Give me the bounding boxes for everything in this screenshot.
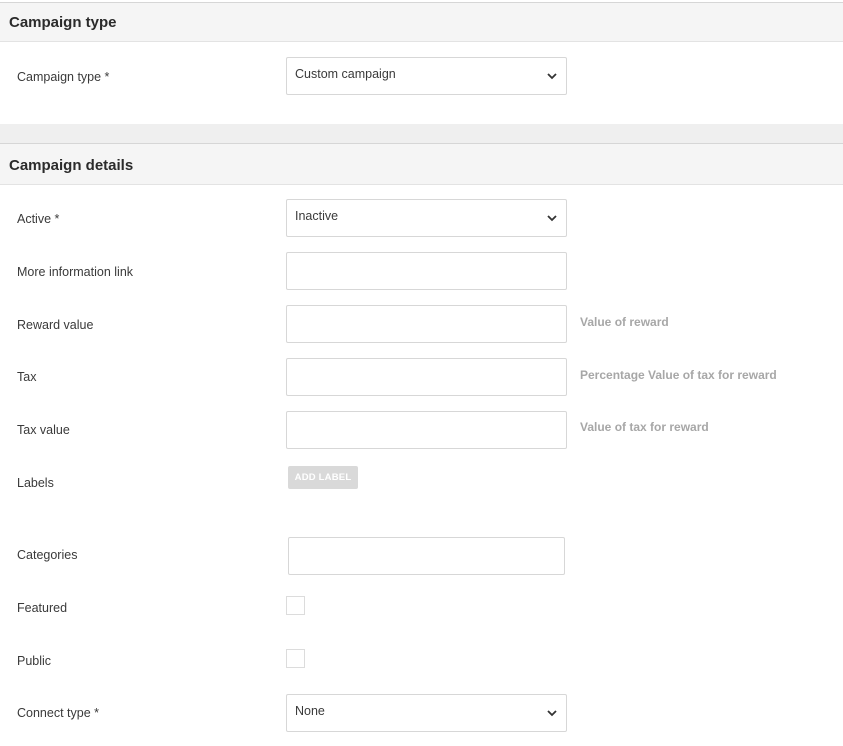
section-title: Campaign details (9, 157, 134, 174)
public-label: Public (17, 654, 52, 668)
tax-value-field (286, 411, 567, 449)
tax-label: Tax (17, 370, 37, 384)
tax-hint: Percentage Value of tax for reward (580, 368, 777, 382)
reward-value-label: Reward value (17, 318, 94, 332)
section-title: Campaign type (9, 14, 117, 31)
active-label: Active * (17, 212, 60, 226)
tax-field (286, 358, 567, 396)
chevron-down-icon (547, 73, 557, 80)
active-select[interactable]: Inactive (286, 199, 567, 237)
categories-label: Categories (17, 548, 78, 562)
active-value: Inactive (295, 209, 339, 223)
more-info-link-input[interactable] (287, 253, 566, 289)
connect-type-select[interactable]: None (286, 694, 567, 732)
campaign-details-section-header: Campaign details (0, 143, 843, 185)
reward-value-input[interactable] (287, 306, 566, 342)
more-info-link-field (286, 252, 567, 290)
connect-type-value: None (295, 704, 325, 718)
more-info-link-label: More information link (17, 265, 134, 279)
featured-label: Featured (17, 601, 68, 615)
reward-value-field (286, 305, 567, 343)
tax-input[interactable] (287, 359, 566, 395)
reward-value-hint: Value of reward (580, 315, 669, 329)
tax-value-input[interactable] (287, 412, 566, 448)
connect-type-label: Connect type * (17, 706, 99, 720)
campaign-form: Campaign type Campaign type * Custom cam… (0, 0, 843, 746)
public-checkbox[interactable] (286, 649, 305, 668)
chevron-down-icon (547, 710, 557, 717)
campaign-type-select[interactable]: Custom campaign (286, 57, 567, 95)
campaign-type-value: Custom campaign (295, 67, 396, 81)
categories-input[interactable] (289, 538, 564, 574)
tax-value-hint: Value of tax for reward (580, 420, 709, 434)
section-divider (0, 124, 843, 143)
chevron-down-icon (547, 215, 557, 222)
campaign-type-section-header: Campaign type (0, 2, 843, 42)
tax-value-label: Tax value (17, 423, 70, 437)
labels-label: Labels (17, 476, 54, 490)
categories-field (288, 537, 565, 575)
add-label-button[interactable]: ADD LABEL (288, 466, 358, 489)
campaign-type-label: Campaign type * (17, 70, 110, 84)
featured-checkbox[interactable] (286, 596, 305, 615)
